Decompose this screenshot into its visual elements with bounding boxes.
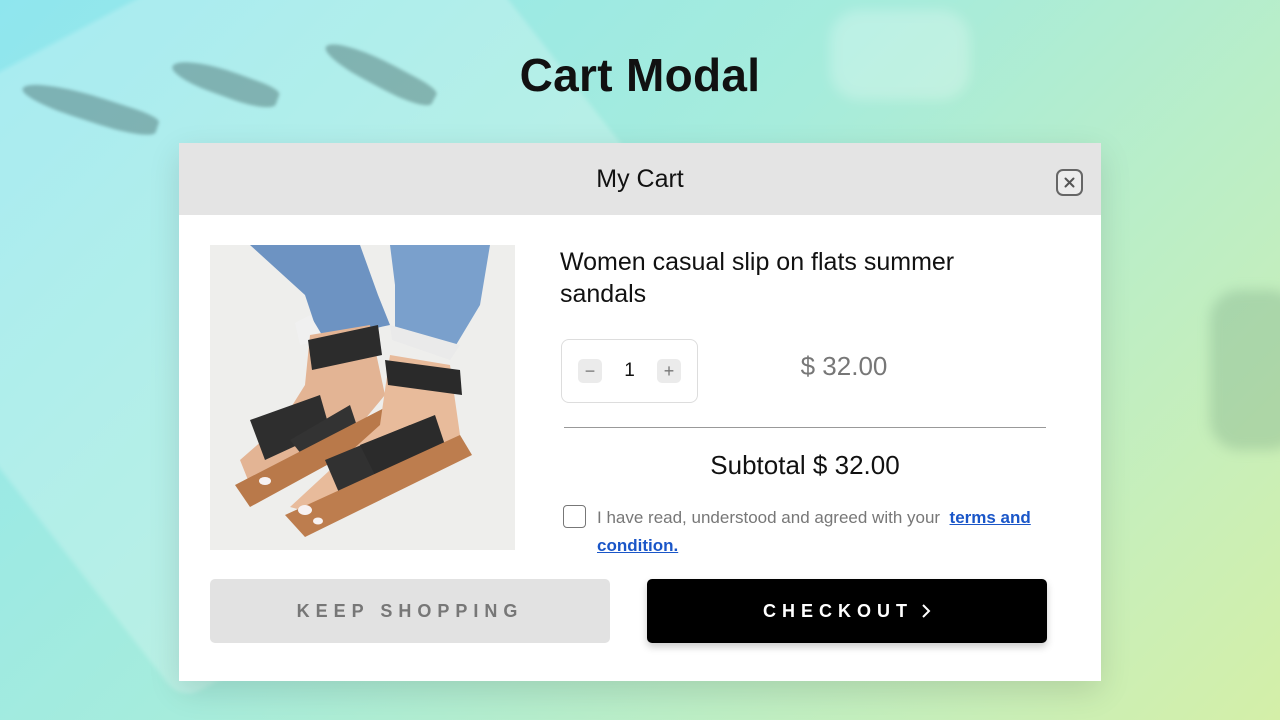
close-button[interactable] [1056,169,1083,196]
terms-checkbox[interactable] [563,505,586,528]
quantity-stepper: − 1 + [561,339,698,403]
keep-shopping-button[interactable]: KEEP SHOPPING [210,579,610,643]
minus-icon: − [584,361,596,381]
background-decoration [1210,290,1280,450]
checkout-button[interactable]: CHECKOUT [647,579,1047,643]
product-image [210,245,515,550]
divider [564,427,1046,428]
subtotal: Subtotal $ 32.00 [710,450,900,480]
checkout-label: CHECKOUT [763,600,913,621]
product-name: Women casual slip on flats summer sandal… [560,248,955,308]
decrement-button[interactable]: − [578,359,602,383]
quantity-value: 1 [624,360,635,381]
increment-button[interactable]: + [656,359,681,383]
modal-header: My Cart [179,143,1101,215]
chevron-right-icon [921,603,931,619]
terms-label: I have read, understood and agreed with … [597,508,941,527]
product-price: $ 32.00 [800,351,888,381]
plus-icon: + [663,361,675,381]
terms-text: I have read, understood and agreed with … [597,504,1047,560]
cart-modal: My Cart Women casual slip on flats summe… [179,143,1101,681]
page-title: Cart Modal [519,49,761,101]
modal-title: My Cart [596,164,684,193]
keep-shopping-label: KEEP SHOPPING [296,600,524,621]
close-icon [1064,177,1075,188]
